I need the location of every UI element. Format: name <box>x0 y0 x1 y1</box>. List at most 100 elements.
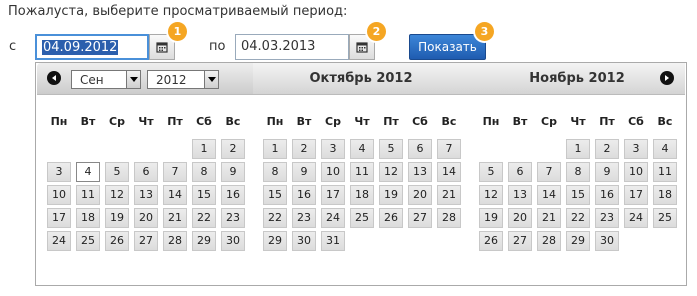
day-cell[interactable]: 12 <box>479 185 503 205</box>
day-cell[interactable]: 29 <box>192 231 216 251</box>
year-select[interactable]: 2012 <box>147 70 219 89</box>
month-select[interactable]: Сен <box>71 70 141 89</box>
day-cell[interactable]: 22 <box>263 208 287 228</box>
weekday-header: Вт <box>296 115 312 128</box>
day-cell[interactable]: 8 <box>566 162 590 182</box>
day-cell[interactable]: 24 <box>321 208 345 228</box>
day-cell[interactable]: 3 <box>624 139 648 159</box>
day-cell[interactable]: 20 <box>508 208 532 228</box>
day-cell[interactable]: 28 <box>537 231 561 251</box>
day-cell[interactable]: 15 <box>192 185 216 205</box>
day-cell[interactable]: 31 <box>321 231 345 251</box>
day-cell[interactable]: 5 <box>479 162 503 182</box>
day-cell[interactable]: 7 <box>437 139 461 159</box>
day-cell[interactable]: 3 <box>47 162 71 182</box>
day-cell[interactable]: 25 <box>350 208 374 228</box>
day-cell[interactable]: 6 <box>508 162 532 182</box>
day-cell[interactable]: 30 <box>595 231 619 251</box>
day-cell[interactable]: 17 <box>321 185 345 205</box>
day-cell[interactable]: 25 <box>76 231 100 251</box>
day-cell[interactable]: 23 <box>292 208 316 228</box>
day-cell[interactable]: 26 <box>479 231 503 251</box>
day-cell[interactable]: 21 <box>537 208 561 228</box>
day-cell[interactable]: 5 <box>379 139 403 159</box>
day-cell[interactable]: 28 <box>437 208 461 228</box>
day-cell[interactable]: 19 <box>479 208 503 228</box>
day-cell[interactable]: 27 <box>508 231 532 251</box>
day-cell[interactable]: 11 <box>653 162 677 182</box>
day-cell[interactable]: 29 <box>566 231 590 251</box>
day-cell[interactable]: 1 <box>263 139 287 159</box>
day-cell[interactable]: 17 <box>47 208 71 228</box>
day-cell[interactable]: 8 <box>192 162 216 182</box>
prev-month-button[interactable] <box>47 71 61 85</box>
month-header-3: Ноябрь 2012 <box>469 63 685 95</box>
day-cell[interactable]: 19 <box>105 208 129 228</box>
day-cell[interactable]: 26 <box>105 231 129 251</box>
day-cell[interactable]: 24 <box>47 231 71 251</box>
day-cell[interactable]: 17 <box>624 185 648 205</box>
day-cell[interactable]: 4 <box>350 139 374 159</box>
day-cell[interactable]: 23 <box>221 208 245 228</box>
day-cell[interactable]: 5 <box>105 162 129 182</box>
day-cell[interactable]: 27 <box>408 208 432 228</box>
day-cell[interactable]: 7 <box>537 162 561 182</box>
next-month-button[interactable] <box>660 71 674 85</box>
to-date-input[interactable]: 04.03.2013 <box>235 34 349 60</box>
day-cell[interactable]: 22 <box>192 208 216 228</box>
day-cell[interactable]: 7 <box>163 162 187 182</box>
day-cell[interactable]: 22 <box>566 208 590 228</box>
day-cell[interactable]: 18 <box>350 185 374 205</box>
day-cell[interactable]: 21 <box>163 208 187 228</box>
day-cell[interactable]: 14 <box>163 185 187 205</box>
day-cell[interactable]: 6 <box>134 162 158 182</box>
day-cell[interactable]: 18 <box>653 185 677 205</box>
day-cell[interactable]: 2 <box>595 139 619 159</box>
day-cell[interactable]: 2 <box>221 139 245 159</box>
day-cell[interactable]: 11 <box>76 185 100 205</box>
day-cell[interactable]: 19 <box>379 185 403 205</box>
day-cell[interactable]: 3 <box>321 139 345 159</box>
day-cell[interactable]: 30 <box>292 231 316 251</box>
show-button[interactable]: Показать <box>409 34 486 60</box>
day-cell[interactable]: 1 <box>566 139 590 159</box>
day-cell[interactable]: 20 <box>408 185 432 205</box>
day-cell[interactable]: 25 <box>653 208 677 228</box>
day-cell[interactable]: 20 <box>134 208 158 228</box>
day-cell[interactable]: 14 <box>437 162 461 182</box>
day-cell[interactable]: 16 <box>595 185 619 205</box>
day-cell[interactable]: 9 <box>595 162 619 182</box>
day-cell[interactable]: 2 <box>292 139 316 159</box>
day-cell[interactable]: 12 <box>379 162 403 182</box>
day-cell[interactable]: 26 <box>379 208 403 228</box>
day-cell[interactable]: 10 <box>47 185 71 205</box>
day-cell[interactable]: 4 <box>653 139 677 159</box>
day-cell[interactable]: 14 <box>537 185 561 205</box>
day-cell[interactable]: 6 <box>408 139 432 159</box>
day-cell[interactable]: 15 <box>566 185 590 205</box>
day-cell[interactable]: 28 <box>163 231 187 251</box>
day-cell[interactable]: 13 <box>508 185 532 205</box>
day-cell[interactable]: 13 <box>408 162 432 182</box>
day-cell[interactable]: 21 <box>437 185 461 205</box>
day-cell[interactable]: 29 <box>263 231 287 251</box>
day-cell[interactable]: 10 <box>624 162 648 182</box>
day-cell-today[interactable]: 4 <box>76 162 100 182</box>
day-cell[interactable]: 23 <box>595 208 619 228</box>
day-cell[interactable]: 18 <box>76 208 100 228</box>
day-cell[interactable]: 16 <box>221 185 245 205</box>
day-cell[interactable]: 8 <box>263 162 287 182</box>
day-cell[interactable]: 24 <box>624 208 648 228</box>
day-cell[interactable]: 15 <box>263 185 287 205</box>
day-cell[interactable]: 11 <box>350 162 374 182</box>
day-cell[interactable]: 12 <box>105 185 129 205</box>
from-date-input[interactable]: 04.09.2012 <box>35 34 149 60</box>
day-cell[interactable]: 9 <box>221 162 245 182</box>
day-cell[interactable]: 27 <box>134 231 158 251</box>
day-cell[interactable]: 13 <box>134 185 158 205</box>
day-cell[interactable]: 10 <box>321 162 345 182</box>
day-cell[interactable]: 1 <box>192 139 216 159</box>
day-cell[interactable]: 30 <box>221 231 245 251</box>
day-cell[interactable]: 16 <box>292 185 316 205</box>
day-cell[interactable]: 9 <box>292 162 316 182</box>
